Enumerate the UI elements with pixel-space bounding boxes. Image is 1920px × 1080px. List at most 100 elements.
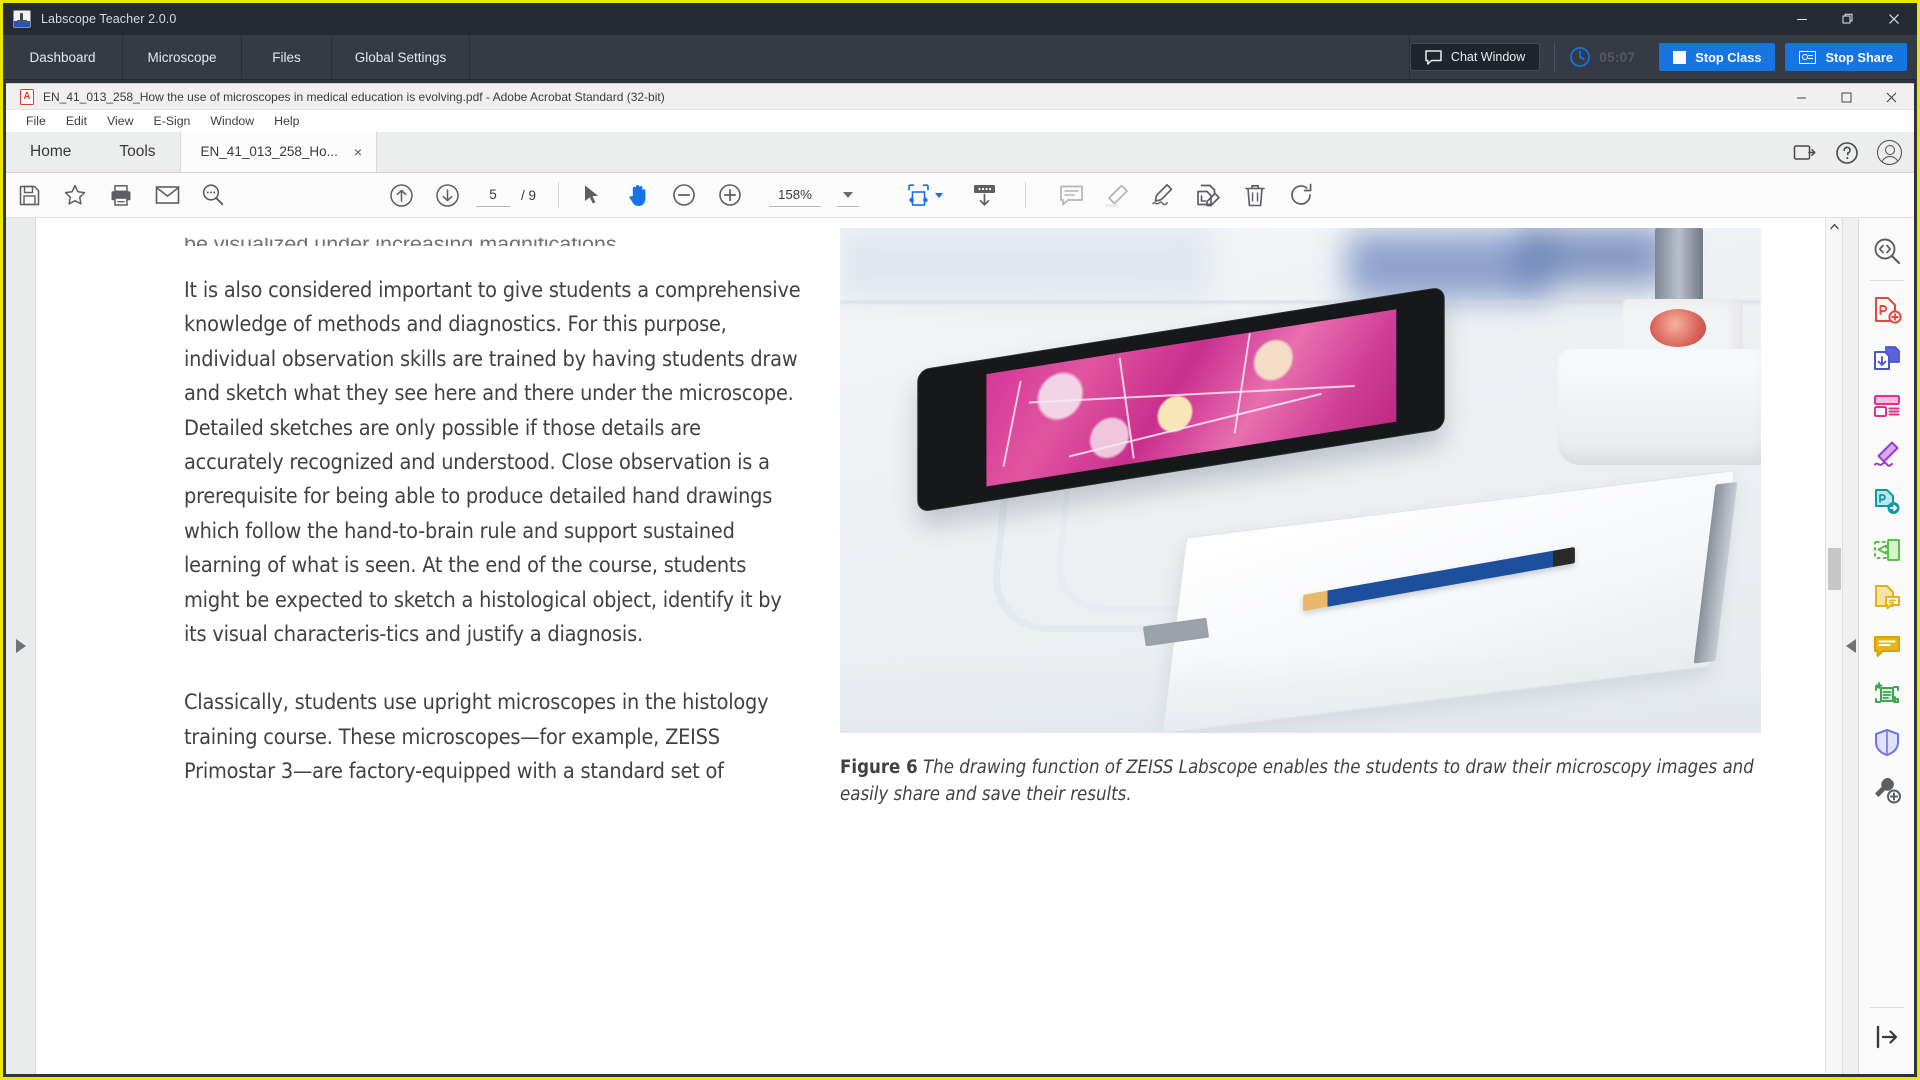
fit-page-dropdown-icon[interactable] — [935, 192, 944, 198]
previous-page-icon[interactable] — [378, 173, 424, 218]
sidebar-item-global-settings[interactable]: Global Settings — [332, 35, 470, 79]
sidebar-item-microscope[interactable]: Microscope — [123, 35, 242, 79]
vertical-scrollbar[interactable] — [1825, 218, 1842, 1074]
stamp-icon[interactable] — [1186, 173, 1232, 218]
navbar-spacer — [470, 35, 1410, 79]
nav-label-dashboard: Dashboard — [29, 49, 96, 65]
chat-window-label: Chat Window — [1450, 50, 1526, 64]
document-body: be visualized under increasing magnifica… — [6, 218, 1914, 1074]
search-text-icon[interactable] — [1864, 228, 1910, 274]
nav-label-microscope: Microscope — [147, 49, 217, 65]
nav-label-files: Files — [272, 49, 301, 65]
create-pdf-icon[interactable] — [1864, 287, 1910, 333]
page-number-input[interactable]: 5 — [476, 183, 510, 207]
histology-image — [986, 309, 1397, 487]
acrobat-minimize-icon[interactable] — [1779, 84, 1824, 110]
add-comment-icon[interactable] — [1864, 623, 1910, 669]
timer-value: 05:07 — [1599, 49, 1636, 65]
minimize-icon[interactable] — [1779, 3, 1825, 35]
zoom-out-icon[interactable] — [661, 173, 707, 218]
star-icon[interactable] — [52, 173, 98, 218]
scroll-up-icon[interactable] — [1826, 218, 1842, 235]
email-icon[interactable] — [144, 173, 190, 218]
page-total-label: / 9 — [521, 187, 537, 203]
menu-file[interactable]: File — [16, 110, 56, 132]
acrobat-titlebar: EN_41_013_258_How the use of microscopes… — [6, 84, 1914, 110]
chevron-left-icon[interactable] — [1845, 639, 1856, 653]
menu-window[interactable]: Window — [200, 110, 264, 132]
tab-close-icon[interactable]: × — [354, 145, 362, 159]
compare-files-icon[interactable] — [1864, 527, 1910, 573]
zoom-in-icon[interactable] — [707, 173, 753, 218]
next-page-icon[interactable] — [424, 173, 470, 218]
tab-tools[interactable]: Tools — [95, 131, 179, 172]
figure-caption-text: The drawing function of ZEISS Labscope e… — [840, 757, 1754, 805]
select-tool-icon[interactable] — [569, 173, 615, 218]
organize-pages-icon[interactable] — [1864, 383, 1910, 429]
scrollbar-thumb[interactable] — [1828, 548, 1841, 590]
stop-square-icon — [1673, 50, 1687, 64]
tab-document[interactable]: EN_41_013_258_Ho... × — [179, 131, 378, 172]
highlight-icon[interactable] — [1094, 173, 1140, 218]
chat-window-button[interactable]: Chat Window — [1409, 43, 1541, 71]
menu-esign[interactable]: E-Sign — [143, 110, 200, 132]
combine-files-icon[interactable] — [1864, 335, 1910, 381]
figure-photo — [840, 228, 1761, 733]
acrobat-menubar: File Edit View E-Sign Window Help — [6, 110, 1914, 132]
nav-label-global-settings: Global Settings — [354, 49, 447, 65]
stop-class-button[interactable]: Stop Class — [1659, 43, 1776, 71]
export-pdf-icon[interactable] — [1864, 479, 1910, 525]
restore-icon[interactable] — [1825, 3, 1871, 35]
delete-icon[interactable] — [1232, 173, 1278, 218]
collapse-right-panel-button[interactable] — [1842, 218, 1858, 1074]
labscope-titlebar: Labscope Teacher 2.0.0 — [3, 3, 1917, 35]
pdf-page: be visualized under increasing magnifica… — [36, 218, 1825, 1074]
acrobat-tabbar: Home Tools EN_41_013_258_Ho... × — [6, 131, 1914, 173]
figure-caption: Figure 6 The drawing function of ZEISS L… — [840, 755, 1761, 809]
scroll-mode-icon[interactable] — [961, 173, 1007, 218]
fill-and-sign-icon[interactable] — [1864, 431, 1910, 477]
hand-tool-icon[interactable] — [615, 173, 661, 218]
pdf-page-viewport[interactable]: be visualized under increasing magnifica… — [36, 218, 1825, 1074]
comment-tool-icon[interactable] — [1864, 575, 1910, 621]
stop-share-label: Stop Share — [1825, 49, 1893, 65]
labscope-window-controls — [1779, 3, 1917, 35]
acrobat-maximize-icon[interactable] — [1824, 84, 1869, 110]
close-icon[interactable] — [1871, 3, 1917, 35]
save-icon[interactable] — [6, 173, 52, 218]
toolbar-view-tools-group: 158% — [569, 173, 860, 218]
toolbar-layout-group — [895, 173, 1007, 218]
left-navigation-rail[interactable] — [6, 218, 36, 1074]
more-tools-icon[interactable] — [1864, 767, 1910, 813]
help-icon[interactable] — [1835, 141, 1859, 165]
acrobat-close-icon[interactable] — [1869, 84, 1914, 110]
rotate-icon[interactable] — [1278, 173, 1324, 218]
stop-share-button[interactable]: Stop Share — [1785, 43, 1907, 71]
zoom-level-input[interactable]: 158% — [769, 183, 822, 207]
expand-panel-icon[interactable] — [1864, 1014, 1910, 1060]
expand-left-panel-icon[interactable] — [15, 639, 26, 653]
sidebar-item-files[interactable]: Files — [242, 35, 332, 79]
menu-help[interactable]: Help — [264, 110, 309, 132]
sidebar-item-dashboard[interactable]: Dashboard — [3, 35, 123, 79]
comment-icon[interactable] — [1048, 173, 1094, 218]
acrobat-window: EN_41_013_258_How the use of microscopes… — [6, 83, 1914, 1074]
menu-edit[interactable]: Edit — [56, 110, 97, 132]
tab-home[interactable]: Home — [6, 131, 95, 172]
enhance-scans-icon[interactable] — [1864, 671, 1910, 717]
zoom-dropdown-icon[interactable] — [837, 183, 860, 207]
screen-share-icon — [1799, 50, 1817, 64]
protect-icon[interactable] — [1864, 719, 1910, 765]
session-timer: 05:07 — [1569, 46, 1635, 68]
sign-icon[interactable] — [1140, 173, 1186, 218]
share-document-icon[interactable] — [1793, 142, 1817, 164]
search-icon[interactable] — [190, 173, 236, 218]
paragraph-2: Classically, students use upright micros… — [184, 690, 769, 785]
menu-view[interactable]: View — [97, 110, 143, 132]
figure-column: Figure 6 The drawing function of ZEISS L… — [840, 228, 1761, 823]
labscope-navbar: Dashboard Microscope Files Global Settin… — [3, 35, 1917, 80]
avatar[interactable] — [1877, 140, 1902, 165]
clipped-text-line: be visualized under increasing magnifica… — [184, 232, 623, 246]
print-icon[interactable] — [98, 173, 144, 218]
paragraph-1: It is also considered important to give … — [184, 278, 801, 647]
